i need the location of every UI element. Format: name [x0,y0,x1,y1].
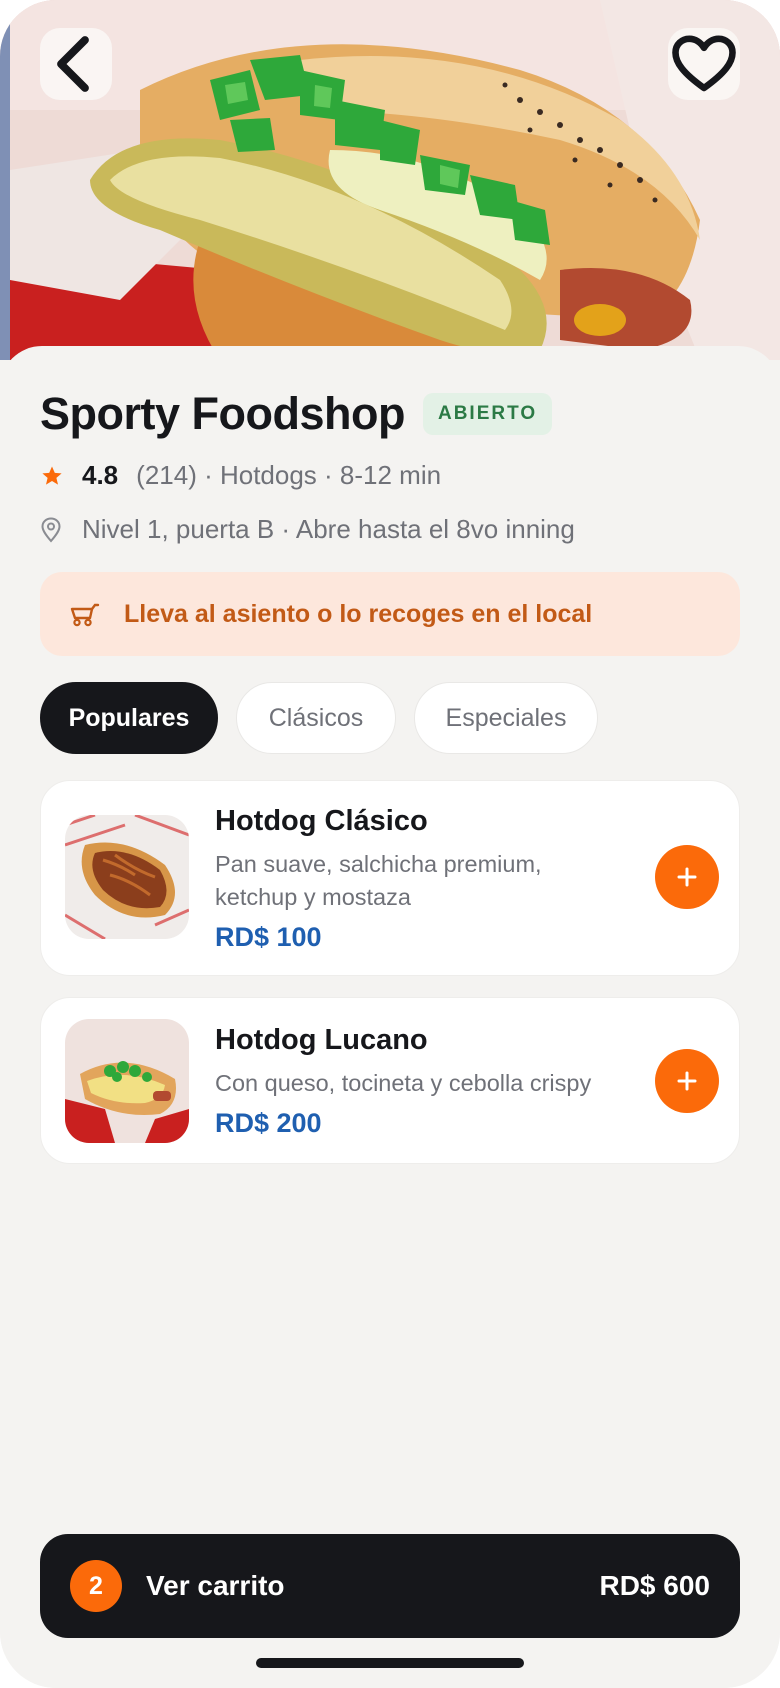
favorite-button[interactable] [668,28,740,100]
hotdog-photo [0,0,780,360]
cart-icon [70,603,100,627]
restaurant-details: (214) · Hotdogs · 8-12 min [136,460,442,490]
cart-count-badge: 2 [70,1560,122,1612]
phone-screen: Sporty Foodshop ABIERTO 4.8 (214) · Hotd… [0,0,780,1688]
plus-icon [677,1071,697,1091]
add-to-cart-button[interactable] [655,845,719,909]
cart-label: Ver carrito [146,1570,285,1601]
title-row: Sporty Foodshop ABIERTO [40,388,553,440]
plus-icon [677,867,697,887]
location-text: Nivel 1, puerta B · Abre hasta el 8vo in… [82,514,575,544]
hero-food-image [0,0,780,360]
restaurant-name: Sporty Foodshop [40,388,405,439]
item-price: RD$ 100 [215,922,322,952]
banner-text: Lleva al asiento o lo recoges en el loca… [124,599,593,628]
location-pin-icon [41,516,61,543]
hotdog-thumbnail [65,1019,189,1143]
tab-clasicos[interactable]: Clásicos [236,682,396,754]
rating-row: 4.8 (214) · Hotdogs · 8-12 min [40,460,441,491]
item-description: Pan suave, salchicha premium, ketchup y … [215,851,542,910]
menu-item-card[interactable]: Hotdog Clásico Pan suave, salchicha prem… [40,780,740,976]
item-price: RD$ 200 [215,1108,322,1138]
view-cart-button[interactable]: 2 Ver carrito RD$ 600 [40,1534,740,1638]
item-info: Hotdog Clásico Pan suave, salchicha prem… [215,805,615,953]
tab-populares[interactable]: Populares [40,682,218,754]
rating-value: 4.8 [82,460,119,490]
item-info: Hotdog Lucano Con queso, tocineta y cebo… [215,1024,615,1139]
back-button[interactable] [40,28,112,100]
item-thumbnail [65,1019,189,1143]
item-thumbnail [65,815,189,939]
restaurant-sheet: Sporty Foodshop ABIERTO 4.8 (214) · Hotd… [0,346,780,1688]
item-name: Hotdog Clásico [215,805,428,837]
tab-especiales[interactable]: Especiales [414,682,598,754]
delivery-banner: Lleva al asiento o lo recoges en el loca… [40,572,740,656]
menu-item-card[interactable]: Hotdog Lucano Con queso, tocineta y cebo… [40,997,740,1164]
category-tabs: Populares Clásicos Especiales [40,682,616,754]
chevron-left-icon [57,36,89,92]
location-row: Nivel 1, puerta B · Abre hasta el 8vo in… [40,514,575,545]
heart-icon [672,35,736,92]
cart-total: RD$ 600 [599,1570,710,1601]
star-icon [42,466,62,485]
status-badge: ABIERTO [422,393,553,435]
add-to-cart-button[interactable] [655,1049,719,1113]
item-description: Con queso, tocineta y cebolla crispy [215,1070,592,1096]
home-indicator[interactable] [256,1658,524,1668]
hotdog-thumbnail [65,815,189,939]
item-name: Hotdog Lucano [215,1024,428,1056]
